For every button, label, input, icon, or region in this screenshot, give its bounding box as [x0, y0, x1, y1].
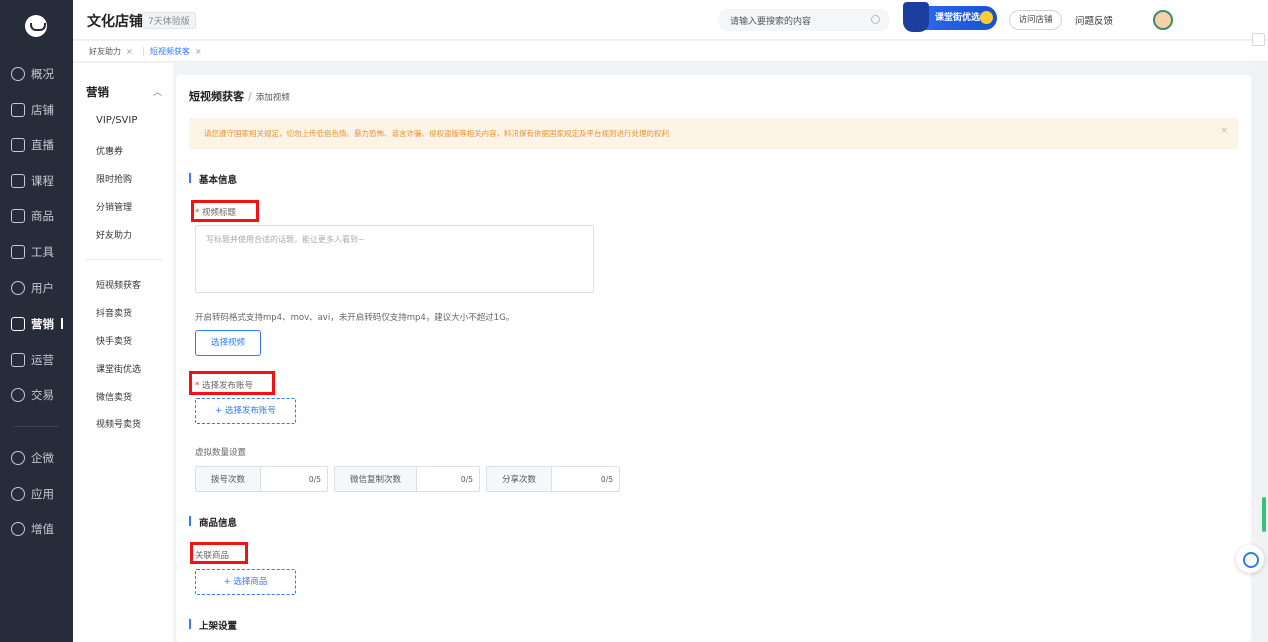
video-title-label: * 视频标题	[195, 208, 236, 218]
submenu-divider	[86, 259, 162, 260]
textarea-placeholder: 写标题并使用合适的话题，能让更多人看到~	[206, 235, 365, 244]
section-shelf-settings: 上架设置	[189, 618, 237, 632]
page-tabs: 好友助力 × 短视频获客 ×	[73, 41, 1268, 62]
sidebar-item-users[interactable]: 用户	[0, 276, 73, 300]
sidebar-item-course[interactable]: 课程	[0, 169, 73, 193]
support-chat-icon[interactable]	[1236, 545, 1264, 573]
add-video-form: 短视频获客 / 添加视频 请您遵守国家相关规定，切勿上传低俗色情、暴力恐怖、谣言诈骗…	[176, 75, 1251, 642]
submenu-item-coupon[interactable]: 优惠券	[96, 144, 123, 157]
share-count-field[interactable]: 分享次数 0/5	[486, 466, 620, 492]
tab-friend-help[interactable]: 好友助力 ×	[89, 46, 133, 57]
visit-store-button[interactable]: 访问店铺	[1009, 10, 1062, 30]
tab-divider	[143, 47, 144, 56]
sidebar-item-trade[interactable]: 交易	[0, 383, 73, 407]
submenu-item-wechat-sell[interactable]: 微信卖货	[96, 390, 132, 403]
search-placeholder: 请输入要搜索的内容	[730, 17, 812, 27]
breadcrumb-current: 添加视频	[255, 93, 290, 103]
toolbox-icon	[11, 245, 25, 259]
dial-count-value[interactable]: 0/5	[261, 467, 327, 491]
wechat-copy-field[interactable]: 微信复制次数 0/5	[334, 466, 480, 492]
promo-banner-button[interactable]: 课堂街优选	[903, 2, 997, 32]
search-input[interactable]: 请输入要搜索的内容	[718, 9, 890, 31]
submenu-title: 营销	[86, 85, 109, 99]
sidebar-item-addon[interactable]: 增值	[0, 517, 73, 541]
wechat-copy-label: 微信复制次数	[335, 467, 417, 491]
submenu-item-friend-help[interactable]: 好友助力	[96, 228, 132, 241]
tab-short-video[interactable]: 短视频获客 ×	[150, 46, 202, 57]
sidebar-item-overview[interactable]: 概况	[0, 62, 73, 86]
select-goods-button[interactable]: + 选择商品	[195, 569, 296, 595]
share-count-value[interactable]: 0/5	[552, 467, 619, 491]
chevron-up-icon[interactable]: ︿	[153, 85, 162, 98]
sidebar-item-goods[interactable]: 商品	[0, 204, 73, 228]
wechat-copy-value[interactable]: 0/5	[417, 467, 479, 491]
goods-icon	[11, 209, 25, 223]
top-header: 文化店铺 7天体验版 请输入要搜索的内容 课堂街优选 访问店铺 问题反馈	[73, 0, 1268, 40]
trade-icon	[11, 388, 25, 402]
publish-account-label: * 选择发布账号	[195, 381, 253, 391]
scrollbar-thumb[interactable]	[1262, 497, 1266, 532]
store-icon	[11, 103, 25, 117]
promo-label: 课堂街优选	[935, 13, 981, 23]
trial-badge: 7天体验版	[142, 12, 196, 29]
addon-icon	[11, 522, 25, 536]
upload-hint: 开启转码格式支持mp4、mov、avi，未开启转码仅支持mp4，建议大小不超过1…	[195, 313, 515, 323]
submenu-item-distribution[interactable]: 分销管理	[96, 200, 132, 213]
close-icon[interactable]: ×	[195, 47, 202, 56]
sidebar-item-store[interactable]: 店铺	[0, 98, 73, 122]
book-icon	[11, 174, 25, 188]
select-video-button[interactable]: 选择视频	[195, 330, 261, 356]
submenu-item-short-video[interactable]: 短视频获客	[96, 278, 141, 291]
avatar[interactable]	[1153, 10, 1173, 30]
video-icon	[11, 138, 25, 152]
feedback-link[interactable]: 问题反馈	[1075, 13, 1113, 27]
select-account-button[interactable]: + 选择发布账号	[195, 398, 296, 424]
compliance-notice: 请您遵守国家相关规定，切勿上传低俗色情、暴力恐怖、谣言诈骗、侵权盗版等相关内容，…	[189, 118, 1238, 149]
wecom-icon	[11, 451, 25, 465]
section-goods-info: 商品信息	[189, 515, 237, 529]
app-logo-icon[interactable]	[25, 15, 47, 37]
sidebar-item-live[interactable]: 直播	[0, 133, 73, 157]
dial-count-label: 拨号次数	[196, 467, 261, 491]
sidebar-item-marketing[interactable]: 营销	[0, 312, 73, 336]
share-count-label: 分享次数	[487, 467, 552, 491]
submenu-item-douyin[interactable]: 抖音卖货	[96, 306, 132, 319]
submenu-item-vip[interactable]: VIP/SVIP	[96, 115, 137, 126]
sidebar-item-wecom[interactable]: 企微	[0, 446, 73, 470]
close-icon[interactable]: ×	[126, 47, 133, 56]
close-icon[interactable]: ×	[1220, 126, 1228, 136]
breadcrumb-root[interactable]: 短视频获客	[189, 90, 244, 103]
store-name: 文化店铺	[87, 14, 143, 30]
section-basic-info: 基本信息	[189, 172, 237, 186]
side-panel-toggle[interactable]	[1252, 33, 1265, 46]
mascot-icon	[903, 2, 929, 32]
sidebar-item-tools[interactable]: 工具	[0, 240, 73, 264]
breadcrumb: 短视频获客 / 添加视频	[189, 88, 290, 104]
sidebar-item-operation[interactable]: 运营	[0, 348, 73, 372]
sidebar-item-apps[interactable]: 应用	[0, 482, 73, 506]
breadcrumb-separator: /	[248, 90, 252, 103]
submenu-item-flash-sale[interactable]: 限时抢购	[96, 172, 132, 185]
apps-icon	[11, 487, 25, 501]
marketing-icon	[11, 317, 25, 331]
notice-text: 请您遵守国家相关规定，切勿上传低俗色情、暴力恐怖、谣言诈骗、侵权盗版等相关内容，…	[204, 129, 669, 138]
related-goods-label: 关联商品	[195, 551, 230, 561]
virtual-count-label: 虚拟数量设置	[195, 448, 247, 458]
video-title-textarea[interactable]: 写标题并使用合适的话题，能让更多人看到~	[195, 225, 594, 293]
submenu-item-channels[interactable]: 视频号卖货	[96, 417, 141, 430]
dial-count-field[interactable]: 拨号次数 0/5	[195, 466, 328, 492]
submenu-item-kuaishou[interactable]: 快手卖货	[96, 334, 132, 347]
main-sidebar: 概况 店铺 直播 课程 商品 工具 用户 营销 运营 交易 企微 应用 增值	[0, 0, 73, 642]
search-icon[interactable]	[871, 15, 880, 24]
user-icon	[11, 281, 25, 295]
go-icon	[980, 11, 993, 24]
monitor-icon	[11, 353, 25, 367]
chart-icon	[11, 67, 25, 81]
marketing-submenu: 营销 ︿ VIP/SVIP 优惠券 限时抢购 分销管理 好友助力 短视频获客 抖…	[73, 63, 173, 642]
submenu-item-ketangjie[interactable]: 课堂街优选	[96, 362, 141, 375]
sidebar-divider	[14, 426, 59, 427]
